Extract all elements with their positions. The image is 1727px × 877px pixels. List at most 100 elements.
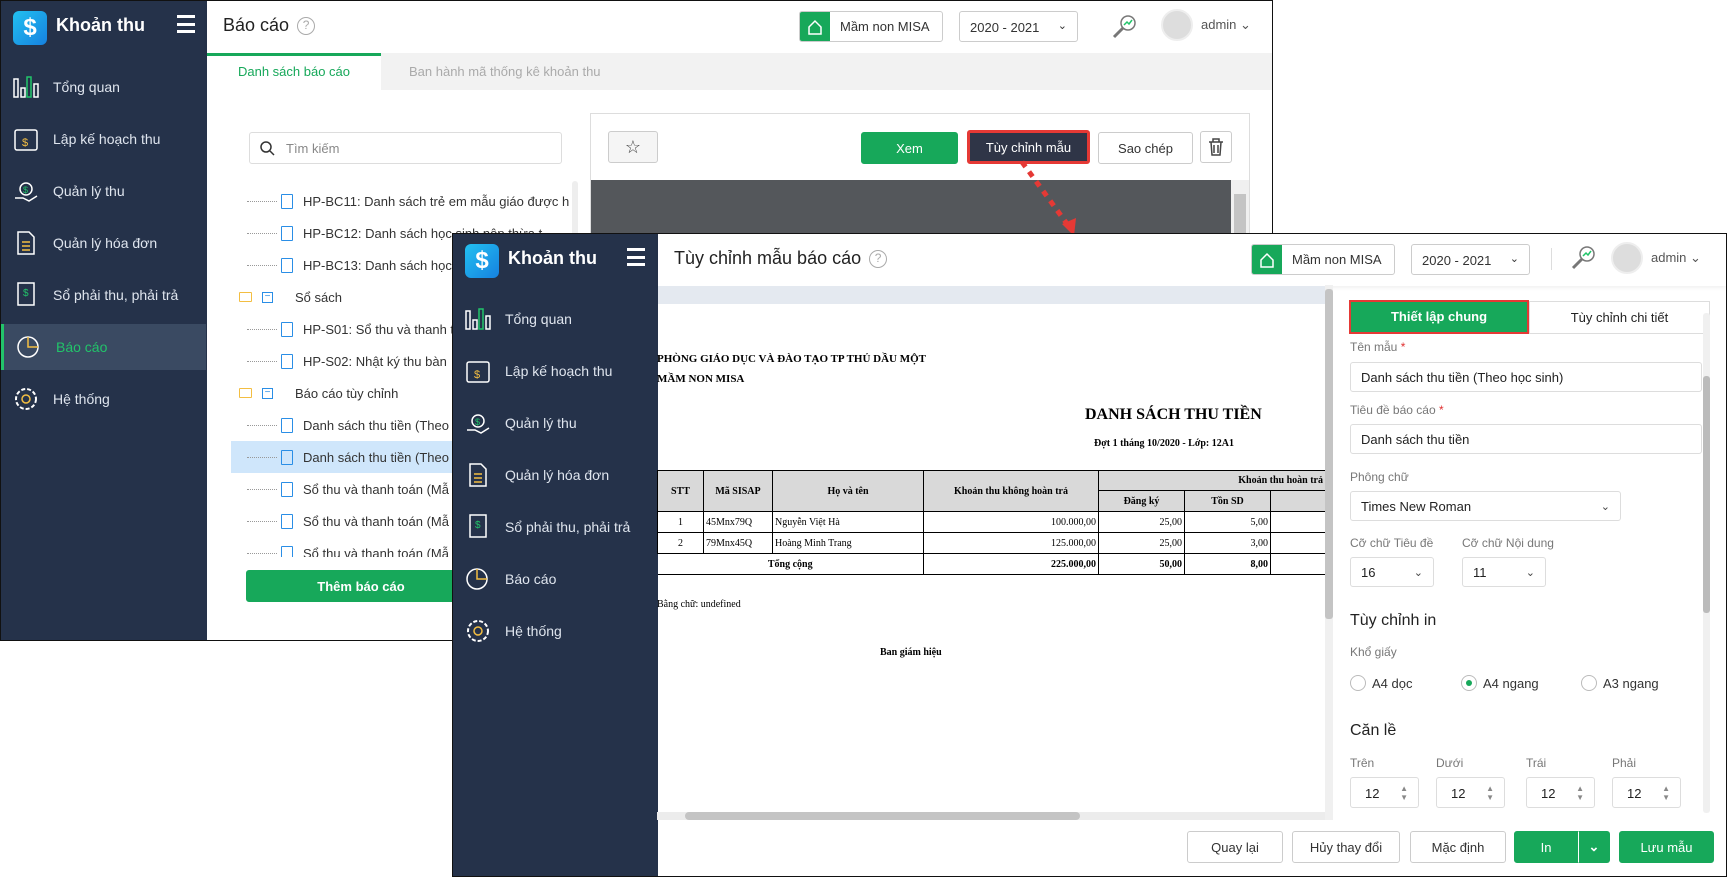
page-title-text: Báo cáo xyxy=(223,15,290,35)
margin-heading: Căn lề xyxy=(1350,722,1397,739)
sidebar-item-invoice[interactable]: Quản lý hóa đơn xyxy=(1,220,206,266)
margin-stepper[interactable]: 12 ▲ ▼ xyxy=(1350,777,1419,808)
search-chart-icon[interactable] xyxy=(1111,13,1139,41)
sidebar-item-collect[interactable]: $ Quản lý thu xyxy=(1,168,206,214)
sidebar-item-plan[interactable]: $ Lập kế hoạch thu xyxy=(1,116,206,162)
collapse-icon[interactable]: − xyxy=(262,387,273,399)
star-icon: ☆ xyxy=(624,136,642,157)
nav-label: Tổng quan xyxy=(505,311,572,327)
report-title-input[interactable]: Danh sách thu tiền xyxy=(1350,424,1702,454)
radio-a4-landscape[interactable]: A4 ngang xyxy=(1461,675,1539,691)
report-title-value: Danh sách thu tiền xyxy=(1361,431,1470,447)
margin-stepper[interactable]: 12 ▲ ▼ xyxy=(1612,777,1681,808)
template-name-input[interactable]: Danh sách thu tiền (Theo học sinh) xyxy=(1350,362,1702,392)
stepper-arrows-icon[interactable]: ▲ ▼ xyxy=(1662,784,1670,802)
add-report-button[interactable]: Thêm báo cáo xyxy=(246,570,476,602)
sidebar-item-ledger[interactable]: $ Sổ phải thu, phải trả xyxy=(453,504,658,550)
sidebar-item-invoice[interactable]: Quản lý hóa đơn xyxy=(453,452,658,498)
template-name-label: Tên mẫu * xyxy=(1350,340,1406,354)
copy-button[interactable]: Sao chép xyxy=(1098,132,1193,164)
preview-horizontal-scrollbar[interactable] xyxy=(657,812,1325,820)
svg-text:$: $ xyxy=(474,369,480,381)
school-button[interactable]: Mầm non MISA xyxy=(799,11,943,42)
radio-a3-landscape[interactable]: A3 ngang xyxy=(1581,675,1659,691)
sidebar-item-system[interactable]: Hệ thống xyxy=(1,376,206,422)
school-button[interactable]: Mầm non MISA xyxy=(1251,244,1395,275)
user-menu[interactable]: admin ⌄ xyxy=(1651,250,1701,266)
col-extra xyxy=(1270,490,1326,512)
tab-report-list[interactable]: Danh sách báo cáo xyxy=(207,53,381,90)
sidebar-item-plan[interactable]: $ Lập kế hoạch thu xyxy=(453,348,658,394)
print-button[interactable]: In xyxy=(1514,831,1578,863)
radio-label: A4 ngang xyxy=(1483,675,1539,691)
avatar[interactable] xyxy=(1161,9,1193,41)
help-icon[interactable]: ? xyxy=(869,250,888,268)
back-button[interactable]: Quay lại xyxy=(1187,831,1283,863)
preview-top-band xyxy=(658,286,1326,304)
content-size-select[interactable]: 11 ⌄ xyxy=(1462,557,1546,587)
favorite-button[interactable]: ☆ xyxy=(608,131,658,163)
cell-nonrefund: 125.000,00 xyxy=(923,532,1099,554)
stepper-arrows-icon[interactable]: ▲ ▼ xyxy=(1576,784,1584,802)
settings-scrollbar[interactable] xyxy=(1703,313,1710,813)
app-logo-icon: $ xyxy=(465,244,499,278)
tree-item[interactable]: HP-BC11: Danh sách trẻ em mẫu giáo được … xyxy=(231,185,571,217)
sidebar-item-reports[interactable]: Báo cáo xyxy=(453,556,658,602)
margin-stepper[interactable]: 12 ▲ ▼ xyxy=(1436,777,1505,808)
search-input[interactable]: Tìm kiếm xyxy=(249,132,562,164)
app-logo-icon: $ xyxy=(13,11,47,45)
page-title-text: Tùy chỉnh mẫu báo cáo xyxy=(674,248,862,268)
avatar[interactable] xyxy=(1611,242,1643,274)
folder-icon xyxy=(239,292,252,302)
menu-toggle-icon[interactable] xyxy=(177,15,195,33)
total-balance: 8,00 xyxy=(1184,553,1271,575)
tab-general-settings[interactable]: Thiết lập chung xyxy=(1349,300,1529,334)
signature-label: Ban giám hiệu xyxy=(880,647,942,658)
reset-default-button[interactable]: Mặc định xyxy=(1410,831,1506,863)
file-icon xyxy=(281,449,293,465)
help-icon[interactable]: ? xyxy=(297,17,316,35)
stepper-arrows-icon[interactable]: ▲ ▼ xyxy=(1486,784,1494,802)
discard-changes-button[interactable]: Hủy thay đổi xyxy=(1292,831,1400,863)
radio-a4-portrait[interactable]: A4 dọc xyxy=(1350,675,1412,691)
file-icon xyxy=(281,417,293,433)
sidebar-item-overview[interactable]: Tổng quan xyxy=(453,296,658,342)
year-select[interactable]: 2020 - 2021 ⌄ xyxy=(959,11,1078,42)
user-name: admin xyxy=(1201,17,1237,32)
tree-item-label: HP-S01: Sổ thu và thanh t xyxy=(303,321,455,337)
cell-nonrefund: 100.000,00 xyxy=(923,511,1099,533)
year-select[interactable]: 2020 - 2021 ⌄ xyxy=(1411,244,1530,275)
file-icon xyxy=(281,321,293,337)
delete-button[interactable] xyxy=(1200,131,1232,163)
font-select[interactable]: Times New Roman ⌄ xyxy=(1350,491,1621,521)
view-button[interactable]: Xem xyxy=(861,132,958,164)
search-chart-icon[interactable] xyxy=(1570,244,1598,272)
cell-registered: 25,00 xyxy=(1098,511,1185,533)
preview-vertical-scrollbar[interactable] xyxy=(1325,285,1333,820)
tab-statistic-codes[interactable]: Ban hành mã thống kê khoản thu xyxy=(409,53,601,90)
stepper-arrows-icon[interactable]: ▲ ▼ xyxy=(1400,784,1408,802)
save-template-button[interactable]: Lưu mẫu xyxy=(1619,831,1714,863)
tree-item-label: Danh sách thu tiền (Theo xyxy=(303,417,449,433)
sidebar-item-overview[interactable]: Tổng quan xyxy=(1,64,206,110)
margin-label: Trên xyxy=(1350,756,1375,770)
table-row: 1 45Mnx79Q Nguyễn Việt Hà 100.000,00 25,00 5,… xyxy=(657,511,1326,533)
user-menu[interactable]: admin ⌄ xyxy=(1201,17,1251,33)
sidebar-item-collect[interactable]: $ Quản lý thu xyxy=(453,400,658,446)
cell-extra xyxy=(1270,511,1326,533)
sidebar-item-system[interactable]: Hệ thống xyxy=(453,608,658,654)
collapse-icon[interactable]: − xyxy=(262,291,273,303)
total-registered: 50,00 xyxy=(1098,553,1185,575)
sidebar-item-reports[interactable]: Báo cáo xyxy=(1,324,206,370)
print-options-dropdown[interactable]: ⌄ xyxy=(1578,831,1610,863)
cell-name: Nguyễn Việt Hà xyxy=(772,511,924,533)
tab-bar: Danh sách báo cáo Ban hành mã thống kê k… xyxy=(207,53,1272,90)
tab-detail-settings[interactable]: Tùy chỉnh chi tiết xyxy=(1529,301,1710,334)
settings-panel: Thiết lập chung Tùy chỉnh chi tiết Tên m… xyxy=(1333,286,1726,820)
sidebar-item-ledger[interactable]: $ Sổ phải thu, phải trả xyxy=(1,272,206,318)
chevron-down-icon: ⌄ xyxy=(1690,250,1701,265)
menu-toggle-icon[interactable] xyxy=(627,248,645,266)
divider xyxy=(1551,248,1552,270)
margin-stepper[interactable]: 12 ▲ ▼ xyxy=(1526,777,1595,808)
title-size-select[interactable]: 16 ⌄ xyxy=(1350,557,1434,587)
